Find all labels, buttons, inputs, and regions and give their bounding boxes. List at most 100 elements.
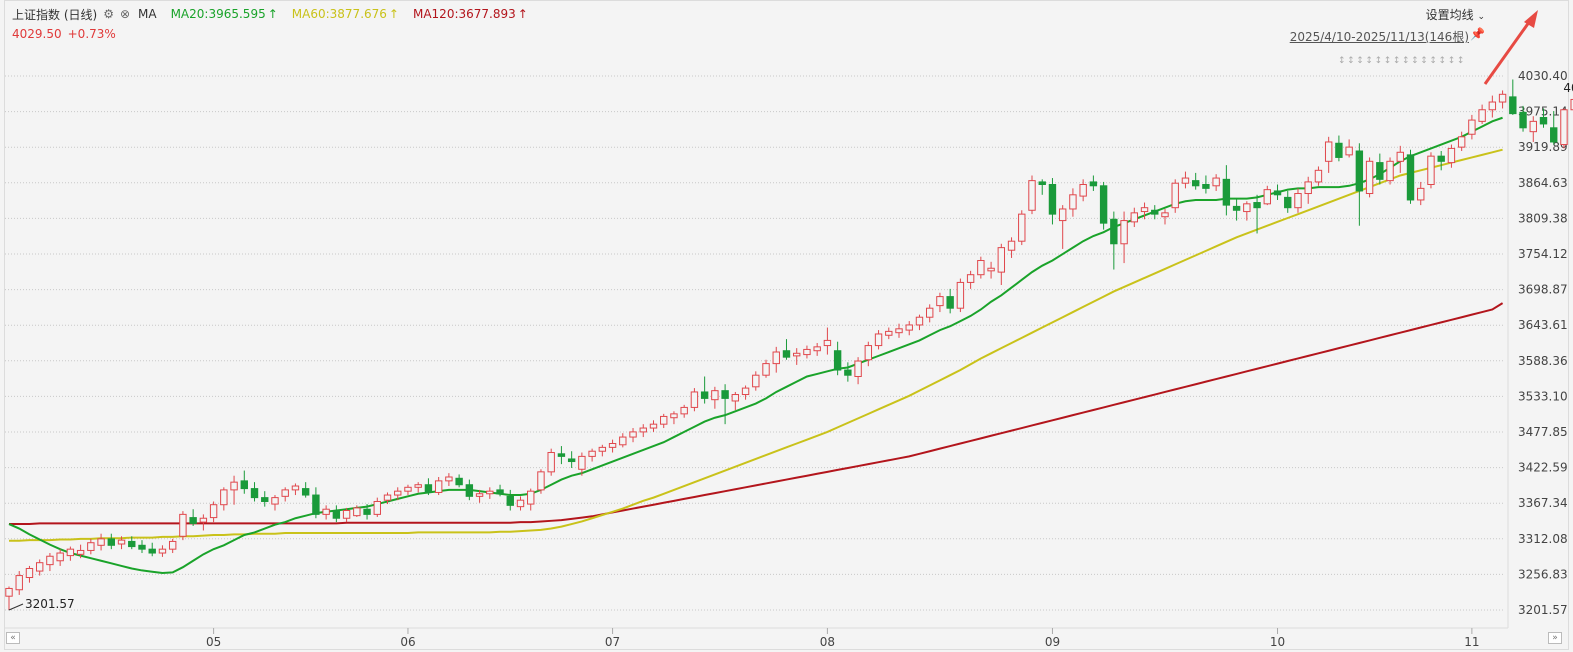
candle-up [35,559,44,576]
candle-body [363,508,371,515]
candle-body [1171,182,1179,209]
candle-down [946,288,954,314]
candle-down [844,362,852,382]
candle-body [1232,205,1241,211]
candle-up [660,413,668,429]
candle-body [741,387,750,396]
candle-body [261,497,269,502]
candle-body [793,352,801,357]
candle-down [1376,153,1384,185]
candle-body [1406,154,1415,201]
candle-up [1120,211,1128,264]
candle-down [1202,175,1210,194]
y-tick-label: 3533.10 [1518,389,1568,403]
candle-body [1099,185,1108,224]
candle-body [1529,120,1537,133]
candle-body [301,488,310,496]
candle-up [1294,188,1302,213]
candle-body [864,345,873,361]
candle-body [1324,141,1333,162]
candle-up [1529,116,1537,142]
candle-up [1457,131,1466,151]
candle-body [475,493,484,497]
candle-body [97,538,105,546]
candle-down [465,479,474,501]
candle-body [598,446,607,452]
up-arrow-icon: ↑ [388,7,399,21]
candle-up [926,304,934,323]
candle-body [608,442,617,448]
candle-body [404,486,412,492]
candle-down [107,533,115,550]
candle-up [373,497,381,517]
candle-body [997,247,1006,273]
gear-icon[interactable]: ⚙ [103,7,114,21]
candle-body [1468,119,1476,135]
candle-down [240,470,248,494]
ma-settings-button[interactable]: 设置均线 ⌄ [1426,6,1485,23]
candle-up [598,444,607,457]
candle-body [639,427,647,433]
candle-up [895,323,903,338]
candle-body [629,431,637,438]
candle-up [956,278,965,313]
candle-body [527,490,535,505]
ma120-value: MA120:3677.893 ↑ [412,7,528,21]
candle-up [741,385,750,400]
candle-body [803,348,811,356]
candle-body [966,274,975,283]
candle-up [1386,157,1394,185]
candle-body [567,458,576,463]
candle-body [168,540,177,550]
candle-down [455,474,463,488]
candle-up [434,477,443,496]
candle-up [1365,157,1374,198]
candle-up [209,501,218,523]
candle-up [1447,144,1456,168]
candle-up [915,314,924,331]
candle-body [1304,181,1312,195]
candle-body [823,339,832,347]
candle-body [1539,116,1548,125]
candle-body [1212,177,1220,187]
candle-up [874,330,883,350]
candlestick-chart[interactable]: 4030.403975.143919.893864.633809.383754.… [0,0,1573,652]
candle-body [1130,212,1138,223]
x-tick-label: 10 [1270,635,1285,649]
candle-up [1488,95,1497,118]
candle-down [721,384,729,425]
candle-body [230,481,238,491]
candle-up [414,482,422,493]
y-tick-label: 3698.87 [1518,283,1568,297]
candle-up [5,586,13,610]
scroll-left-button[interactable]: « [6,632,20,644]
candle-body [158,548,167,554]
candle-down [1151,205,1159,220]
candle-down [557,446,566,465]
date-range-label[interactable]: 2025/4/10-2025/11/13(146根) [1290,28,1469,45]
candle-down [506,489,514,511]
candle-body [1355,150,1364,192]
up-arrow-icon: ↑ [267,7,278,21]
close-icon[interactable]: ⊗ [120,7,130,21]
candle-down [1232,198,1241,221]
candle-body [496,489,504,495]
candle-body [731,394,740,402]
candle-body [240,480,248,490]
candle-up [445,473,453,487]
ma20-line [8,116,1503,575]
candle-body [1151,209,1159,215]
y-tick-label: 3367.34 [1518,496,1568,510]
candle-body [1048,183,1057,215]
candle-body [1007,240,1016,251]
candle-body [56,552,64,562]
candle-body [1089,181,1098,187]
candle-up [547,448,555,476]
scroll-right-button[interactable]: » [1548,632,1562,644]
candle-up [199,514,208,531]
candle-body [874,333,883,347]
ma120-layer [9,302,1504,526]
candle-body [1069,194,1077,210]
candle-body [1335,142,1343,158]
candle-body [455,477,463,486]
